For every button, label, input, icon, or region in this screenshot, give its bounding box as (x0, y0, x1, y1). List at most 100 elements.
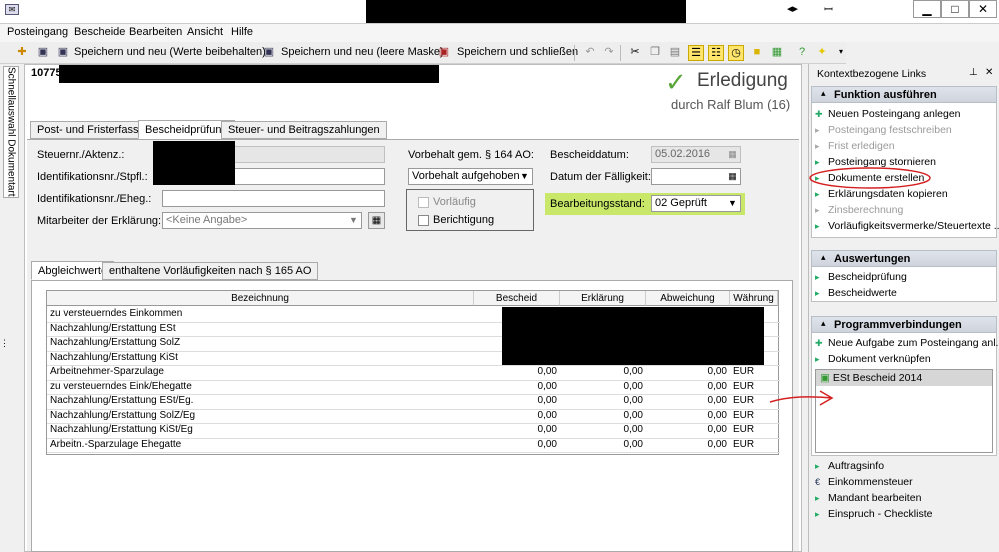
bescheiddatum-input[interactable]: 05.02.2016 ▦ (651, 146, 741, 163)
berichtigung-checkbox[interactable] (418, 215, 429, 226)
table-row[interactable]: Nachzahlung/Erstattung SolZ/Eg 0,00 0,00 0,… (47, 409, 780, 424)
list-numbered-icon[interactable]: ☷ (708, 45, 724, 61)
note-icon[interactable]: ■ (750, 45, 764, 59)
menu-ansicht[interactable]: Ansicht (187, 26, 223, 38)
cell-erklaerung: 0,00 (623, 395, 643, 406)
copy-icon[interactable]: ❐ (648, 45, 662, 59)
tab-steuer-beitragszahlungen[interactable]: Steuer- und Beitragszahlungen (221, 121, 387, 139)
collapse-icon[interactable]: ▴ (821, 252, 826, 263)
table-row[interactable]: zu versteuerndes Eink/Ehegatte 0,00 0,00 0,… (47, 380, 780, 395)
minimize-button[interactable]: ▁ (913, 0, 941, 18)
save-close-button[interactable]: Speichern und schließen (457, 46, 578, 58)
pin-icon[interactable]: ⊥ (969, 67, 978, 78)
help-icon[interactable]: ? (795, 45, 809, 59)
link-arrow-icon: ▸ (815, 272, 820, 282)
splitter-handle-icon[interactable]: ⋮ (0, 338, 9, 349)
toolbar-overflow-icon[interactable]: ▾ (834, 45, 848, 59)
table-row[interactable]: Arbeitnehmer-Sparzulage 0,00 0,00 0,00 EUR (47, 365, 780, 381)
bearbeitungsstand-label: Bearbeitungsstand: (550, 198, 645, 210)
link-funktion-item[interactable]: ▸ Frist erledigen (815, 140, 895, 152)
maximize-button[interactable]: □ (941, 0, 969, 18)
vorlaeufig-checkbox[interactable] (418, 197, 429, 208)
steuernr-label: Steuernr./Aktenz.: (37, 149, 125, 161)
col-header-bescheid[interactable]: Bescheid (474, 291, 560, 306)
link-funktion-item[interactable]: ▸ Dokumente erstellen (815, 172, 924, 184)
calendar-icon[interactable]: ▦ (726, 170, 739, 183)
link-funktion-item[interactable]: ▸ Zinsberechnung (815, 204, 903, 216)
close-button[interactable]: ✕ (969, 0, 997, 18)
close-panel-icon[interactable]: ✕ (985, 67, 993, 78)
table-row[interactable]: Nachzahlung/Erstattung ESt/Eg. 0,00 0,00 0,… (47, 394, 780, 410)
link-funktion-item[interactable]: ▸ Posteingang festschreiben (815, 124, 952, 136)
image-icon[interactable]: ▦ (770, 45, 784, 59)
new-doc-icon[interactable]: ✚ (15, 45, 29, 59)
app-icon: ✉ (5, 4, 19, 15)
menu-bescheide[interactable]: Bescheide (74, 26, 125, 38)
sidetab-schnellauswahl[interactable]: Schnellauswahl Dokumentart (3, 66, 19, 198)
vorbehalt-select[interactable]: Vorbehalt aufgehoben ▼ (408, 168, 533, 185)
col-header-erklaerung[interactable]: Erklärung (560, 291, 646, 306)
pin-icon[interactable]: ꟷ (824, 2, 833, 17)
col-header-waehrung[interactable]: Währung (730, 291, 778, 306)
funktion-header[interactable]: Funktion ausführen (811, 86, 997, 103)
collapse-icon[interactable]: ▴ (821, 88, 826, 99)
bescheiddatum-label: Bescheiddatum: (550, 149, 629, 161)
link-neue-aufgabe[interactable]: ✚ Neue Aufgabe zum Posteingang anl... (815, 337, 999, 349)
clock-icon[interactable]: ◷ (728, 45, 744, 61)
col-header-abweichung[interactable]: Abweichung (646, 291, 730, 306)
link-bescheidwerte[interactable]: ▸ Bescheidwerte (815, 287, 897, 299)
link-einspruch-checkliste[interactable]: ▸ Einspruch - Checkliste (815, 508, 932, 520)
save-icon[interactable]: ▣ (36, 45, 50, 59)
lookup-icon[interactable]: ▦ (368, 212, 385, 229)
table-row[interactable]: Nachzahlung/Erstattung KiSt/Eg 0,00 0,00 0,… (47, 423, 780, 439)
collapse-icon[interactable]: ▴ (821, 318, 826, 329)
chevron-down-icon[interactable]: ▼ (518, 170, 531, 183)
programm-header[interactable]: Programmverbindungen (811, 316, 997, 333)
cell-abweichung: 0,00 (707, 409, 727, 421)
link-funktion-item[interactable]: ✚ Neuen Posteingang anlegen (815, 108, 961, 120)
link-mandant-bearbeiten[interactable]: ▸ Mandant bearbeiten (815, 492, 921, 504)
faelligkeit-input[interactable]: ▦ (651, 168, 741, 185)
cell-abweichung: 0,00 (707, 438, 727, 450)
linked-doc-item[interactable]: ▣ ESt Bescheid 2014 (816, 370, 992, 386)
cell-bescheid: 0,00 (537, 395, 557, 406)
cell-erklaerung: 0,00 (623, 409, 643, 421)
col-header-bezeichnung[interactable]: Bezeichnung (47, 291, 474, 306)
undo-icon[interactable]: ↶ (583, 45, 597, 59)
nav-arrows-icon[interactable]: ◂▸ (787, 2, 798, 15)
save-empty-button[interactable]: Speichern und neu (leere Maske) (281, 46, 444, 58)
cut-icon[interactable]: ✂ (628, 45, 642, 59)
save-keep-icon[interactable]: ▣ (56, 45, 70, 59)
cell-bezeichnung: Nachzahlung/Erstattung ESt/Eg. (50, 395, 194, 406)
subtab-vorlaeufigkeiten[interactable]: enthaltene Vorläufigkeiten nach § 165 AO (102, 262, 319, 280)
link-einkommensteuer[interactable]: € Einkommensteuer (815, 476, 913, 488)
cell-abweichung: 0,00 (707, 380, 727, 392)
save-empty-icon[interactable]: ▣ (262, 45, 276, 59)
save-close-icon[interactable]: ▣ (437, 45, 451, 59)
menu-posteingang[interactable]: Posteingang (7, 26, 68, 38)
toolbar: ✚ ▣ ▣ Speichern und neu (Werte beibehalt… (0, 42, 846, 64)
auswertungen-header[interactable]: Auswertungen (811, 250, 997, 267)
calendar-icon[interactable]: ▦ (726, 148, 739, 161)
link-dokument-verknuepfen[interactable]: ▸ Dokument verknüpfen (815, 353, 931, 365)
link-bescheidpruefung[interactable]: ▸ Bescheidprüfung (815, 271, 907, 283)
idnr-eheg-label: Identifikationsnr./Eheg.: (37, 193, 152, 205)
link-funktion-item[interactable]: ▸ Vorläufigkeitsvermerke/Steuertexte ... (815, 220, 999, 232)
menu-hilfe[interactable]: Hilfe (231, 26, 253, 38)
save-keep-button[interactable]: Speichern und neu (Werte beibehalten) (74, 46, 266, 58)
lightbulb-icon[interactable]: ✦ (815, 45, 829, 59)
table-row[interactable]: Arbeitn.-Sparzulage Ehegatte 0,00 0,00 0,00… (47, 438, 780, 453)
redo-icon[interactable]: ↷ (602, 45, 616, 59)
link-funktion-item[interactable]: ▸ Posteingang stornieren (815, 156, 936, 168)
mitarbeiter-select[interactable]: <Keine Angabe> ▼ (162, 212, 362, 229)
chevron-down-icon[interactable]: ▼ (347, 214, 360, 227)
link-auftragsinfo[interactable]: ▸ Auftragsinfo (815, 460, 884, 472)
link-funktion-item[interactable]: ▸ Erklärungsdaten kopieren (815, 188, 948, 200)
chevron-down-icon[interactable]: ▼ (726, 197, 739, 210)
bearbeitungsstand-select[interactable]: 02 Geprüft ▼ (651, 195, 741, 212)
paste-icon[interactable]: ▤ (668, 45, 682, 59)
idnr-eheg-input[interactable] (162, 190, 385, 207)
menu-bearbeiten[interactable]: Bearbeiten (129, 26, 182, 38)
cell-waehrung: EUR (733, 409, 755, 421)
list-indent-icon[interactable]: ☰ (688, 45, 704, 61)
